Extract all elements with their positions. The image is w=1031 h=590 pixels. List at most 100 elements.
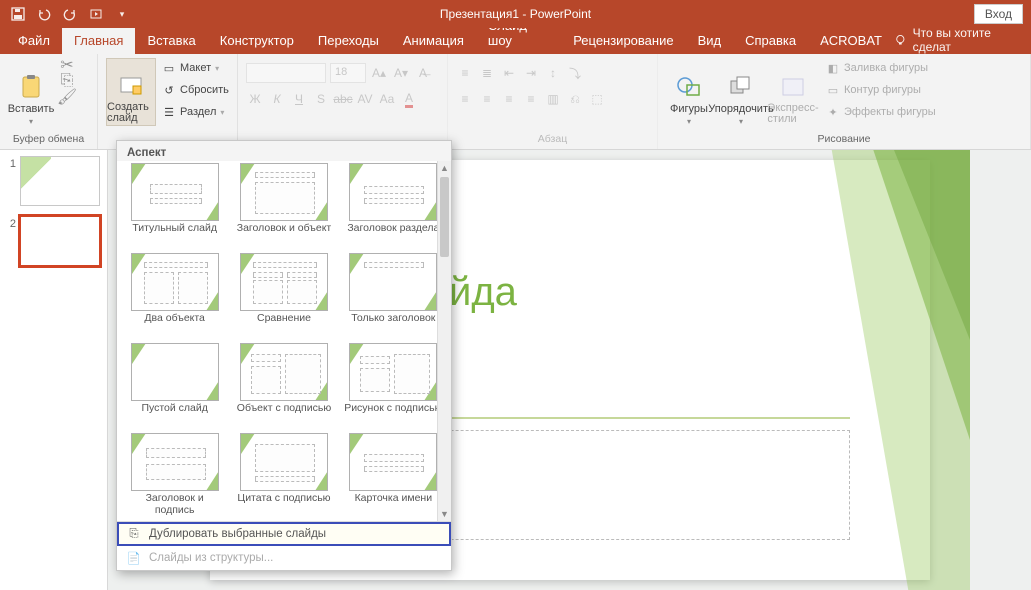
tab-view[interactable]: Вид [686, 28, 734, 54]
grow-font-icon[interactable]: A▴ [370, 64, 388, 82]
underline-icon[interactable]: Ч [290, 90, 308, 108]
tab-design[interactable]: Конструктор [208, 28, 306, 54]
layout-option[interactable]: Только заголовок [344, 253, 443, 337]
font-size-select[interactable]: 18 [330, 63, 366, 83]
shrink-font-icon[interactable]: A▾ [392, 64, 410, 82]
layout-option[interactable]: Карточка имени [344, 433, 443, 517]
layout-label: Титульный слайд [132, 223, 217, 247]
reset-icon: ↺ [162, 83, 176, 97]
layout-label: Сравнение [257, 313, 311, 337]
scrollbar-thumb[interactable] [440, 177, 449, 257]
layout-thumb [349, 253, 437, 311]
tab-review[interactable]: Рецензирование [561, 28, 685, 54]
layout-option[interactable]: Заголовок раздела [344, 163, 443, 247]
clear-format-icon[interactable]: A̶ [414, 64, 432, 82]
new-slide-button[interactable]: Создать слайд [106, 58, 156, 126]
qat-more-icon[interactable]: ▾ [112, 4, 132, 24]
layout-option[interactable]: Объект с подписью [234, 343, 333, 427]
tell-me-search[interactable]: Что вы хотите сделат [894, 26, 1031, 54]
layout-option[interactable]: Заголовок и объект [234, 163, 333, 247]
align-center-icon[interactable]: ≡ [478, 90, 496, 108]
spacing-icon[interactable]: AV [356, 90, 374, 108]
layout-thumb [349, 343, 437, 401]
group-drawing: Фигуры▾ Упорядочить▾ Экспресс-стили ◧Зал… [658, 54, 1031, 149]
smartart-icon[interactable]: ⬚ [588, 90, 606, 108]
layout-thumb [240, 433, 328, 491]
start-from-beginning-icon[interactable] [86, 4, 106, 24]
cut-icon[interactable]: ✂ [60, 58, 74, 72]
layout-thumb [240, 253, 328, 311]
format-painter-icon[interactable]: 🖌 [60, 90, 74, 104]
arrange-button[interactable]: Упорядочить▾ [718, 58, 764, 126]
layout-thumb [131, 433, 219, 491]
tab-home[interactable]: Главная [62, 28, 135, 54]
justify-icon[interactable]: ≡ [522, 90, 540, 108]
bold-icon[interactable]: Ж [246, 90, 264, 108]
columns-icon[interactable]: ▥ [544, 90, 562, 108]
scroll-up-icon[interactable]: ▲ [438, 161, 451, 175]
ribbon: Вставить ▾ ✂ ⎘ 🖌 Буфер обмена Создать сл… [0, 54, 1031, 150]
slides-from-outline-item[interactable]: 📄 Слайды из структуры... [117, 546, 451, 570]
align-text-icon[interactable]: ⎌ [566, 90, 584, 108]
undo-icon[interactable] [34, 4, 54, 24]
strike-icon[interactable]: abc [334, 90, 352, 108]
numbering-icon[interactable]: ≣ [478, 64, 496, 82]
bullets-icon[interactable]: ≡ [456, 64, 474, 82]
sign-in-button[interactable]: Вход [974, 4, 1023, 24]
group-slides: Создать слайд ▭Макет ▾ ↺Сбросить ☰Раздел… [98, 54, 238, 149]
tab-insert[interactable]: Вставка [135, 28, 207, 54]
paste-label: Вставить [8, 103, 55, 115]
paste-button[interactable]: Вставить ▾ [8, 58, 54, 126]
shape-outline-button[interactable]: ▭Контур фигуры [826, 80, 936, 100]
thumb-number: 1 [4, 156, 16, 206]
gallery-theme-name: Аспект [117, 141, 451, 161]
shape-fill-button[interactable]: ◧Заливка фигуры [826, 58, 936, 78]
quick-styles-button[interactable]: Экспресс-стили [770, 58, 816, 126]
gallery-scroll[interactable]: Титульный слайдЗаголовок и объектЗаголов… [117, 161, 451, 521]
tab-animations[interactable]: Анимация [391, 28, 476, 54]
indent-dec-icon[interactable]: ⇤ [500, 64, 518, 82]
redo-icon[interactable] [60, 4, 80, 24]
section-button[interactable]: ☰Раздел ▾ [162, 102, 229, 122]
gallery-scrollbar[interactable]: ▲ ▼ [437, 161, 451, 521]
duplicate-slides-item[interactable]: ⎘ Дублировать выбранные слайды [117, 522, 451, 546]
line-spacing-icon[interactable]: ↕ [544, 64, 562, 82]
section-icon: ☰ [162, 105, 176, 119]
layout-label: Рисунок с подписью [344, 403, 442, 427]
case-icon[interactable]: Aa [378, 90, 396, 108]
italic-icon[interactable]: К [268, 90, 286, 108]
indent-inc-icon[interactable]: ⇥ [522, 64, 540, 82]
slide-thumbnail-2[interactable] [20, 216, 100, 266]
align-right-icon[interactable]: ≡ [500, 90, 518, 108]
layout-option[interactable]: Пустой слайд [125, 343, 224, 427]
slide-thumbnail-1[interactable] [20, 156, 100, 206]
clipboard-group-label: Буфер обмена [8, 131, 89, 147]
shapes-button[interactable]: Фигуры▾ [666, 58, 712, 126]
layout-button[interactable]: ▭Макет ▾ [162, 58, 229, 78]
shape-effects-button[interactable]: ✦Эффекты фигуры [826, 102, 936, 122]
shadow-icon[interactable]: S [312, 90, 330, 108]
text-direction-icon[interactable]: ⤵ [566, 64, 584, 82]
tab-help[interactable]: Справка [733, 28, 808, 54]
layout-thumb [240, 163, 328, 221]
layout-option[interactable]: Два объекта [125, 253, 224, 337]
scroll-down-icon[interactable]: ▼ [438, 507, 451, 521]
reset-button[interactable]: ↺Сбросить [162, 80, 229, 100]
paragraph-group-label: Абзац [456, 131, 649, 147]
align-left-icon[interactable]: ≡ [456, 90, 474, 108]
font-color-icon[interactable]: A [400, 90, 418, 108]
font-family-select[interactable] [246, 63, 326, 83]
layout-option[interactable]: Заголовок и подпись [125, 433, 224, 517]
tell-me-label: Что вы хотите сделат [913, 26, 1021, 54]
tab-file[interactable]: Файл [6, 28, 62, 54]
outline-import-icon: 📄 [127, 551, 141, 565]
tab-transitions[interactable]: Переходы [306, 28, 391, 54]
layout-option[interactable]: Сравнение [234, 253, 333, 337]
copy-icon[interactable]: ⎘ [60, 74, 74, 88]
layout-option[interactable]: Рисунок с подписью [344, 343, 443, 427]
layout-option[interactable]: Титульный слайд [125, 163, 224, 247]
tab-acrobat[interactable]: ACROBAT [808, 28, 894, 54]
save-icon[interactable] [8, 4, 28, 24]
layout-option[interactable]: Цитата с подписью [234, 433, 333, 517]
duplicate-icon: ⎘ [127, 527, 141, 541]
